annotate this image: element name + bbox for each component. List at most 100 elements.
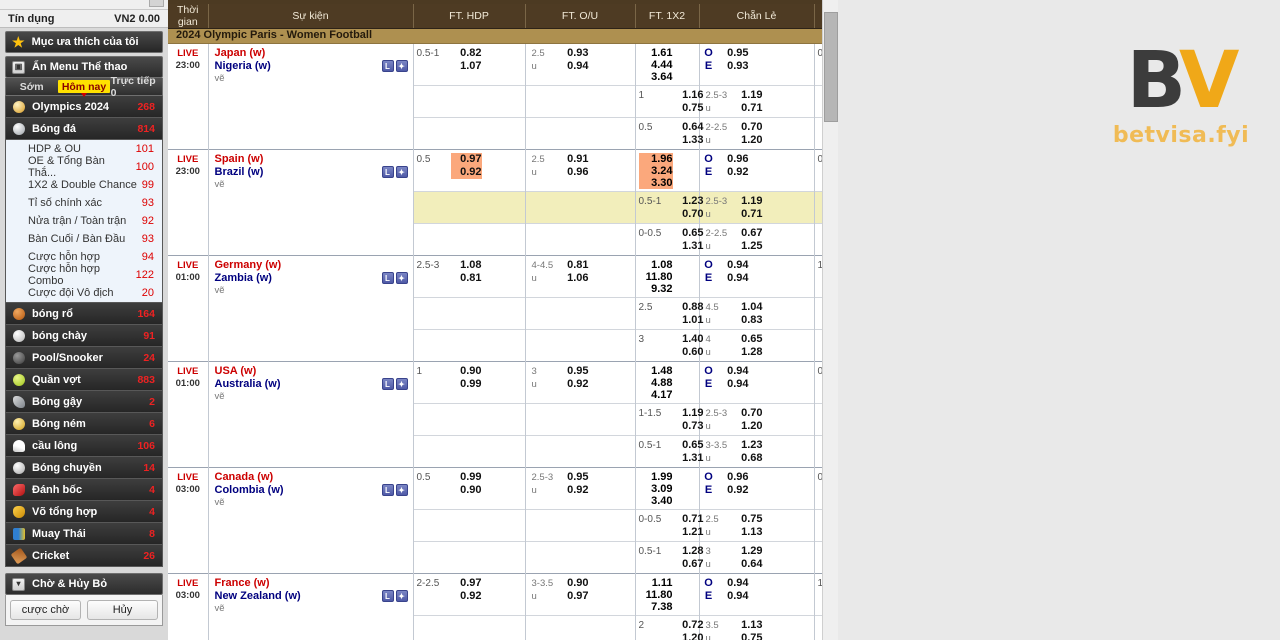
sidebar-subitem-last-first-goal[interactable]: Bàn Cuối / Bàn Đầu 93 [6, 230, 162, 248]
live-stream-icon[interactable]: L [381, 166, 394, 178]
ft-hdp-odds-away[interactable]: 0.92 [450, 166, 482, 179]
h1-hdp-cell[interactable]: 11.070.82 [814, 573, 822, 616]
ft-1x2-home[interactable]: 1.48 [639, 365, 672, 377]
ft-1x2-cell[interactable] [814, 435, 822, 468]
ft-ou-odds-over[interactable]: 0.67 [732, 227, 762, 240]
ft-hdp-odds-away[interactable]: 1.31 [673, 452, 703, 465]
ft-hdp-cell[interactable]: 2 0.72 1.20 [635, 615, 704, 640]
h1-hdp-cell[interactable]: 0.51.050.84 [814, 361, 822, 404]
ft-1x2-home[interactable]: 1.96 [638, 153, 673, 165]
ft-ou-odds-under[interactable]: 1.25 [732, 240, 762, 253]
col-header-event[interactable]: Sự kiện [208, 4, 414, 29]
even-odds[interactable]: 0.94 [718, 272, 748, 285]
ft-hdp-odds-home[interactable]: 1.08 [451, 259, 481, 272]
add-favorite-icon[interactable]: ✦ [395, 272, 408, 284]
ft-ou-cell[interactable]: 4.5 1.04 u 0.83 [699, 297, 815, 330]
home-team-name[interactable]: France (w) [215, 577, 409, 590]
odd-even-cell[interactable]: O 0.96 E 0.92 [699, 467, 815, 510]
even-odds[interactable]: 0.92 [718, 166, 748, 179]
ft-hdp-odds-home[interactable]: 0.88 [673, 301, 703, 314]
ft-ou-cell[interactable]: 3 1.29 u 0.64 [699, 541, 815, 574]
away-team-name[interactable]: Colombia (w) [215, 484, 409, 497]
sidebar-item-bong-chay[interactable]: bóng chày 91 [5, 325, 163, 347]
sidebar-item-bong-da[interactable]: Bóng đá 814 [5, 118, 163, 140]
window-control-box[interactable] [149, 0, 164, 7]
ft-hdp-odds-away[interactable]: 1.01 [673, 314, 703, 327]
ft-hdp-odds-away[interactable]: 0.90 [451, 484, 481, 497]
tab-som[interactable]: Sớm [6, 78, 57, 95]
ft-1x2-draw[interactable]: 4.44 [639, 59, 672, 71]
ft-hdp-cell[interactable]: 2-2.5 0.97 0.92 [413, 573, 526, 616]
odd-even-cell[interactable]: O 0.94 E 0.94 [699, 573, 815, 616]
ft-hdp-odds-away[interactable]: 1.07 [451, 60, 481, 73]
add-favorite-icon[interactable]: ✦ [395, 590, 408, 602]
ft-ou-odds-over[interactable]: 0.81 [558, 259, 588, 272]
ft-ou-odds-under[interactable]: 1.06 [558, 272, 588, 285]
ft-ou-odds-over[interactable]: 0.93 [558, 47, 588, 60]
live-stream-icon[interactable]: L [381, 378, 394, 390]
ft-ou-odds-over[interactable]: 0.70 [732, 407, 762, 420]
sidebar-item-bong-nem[interactable]: Bóng ném 6 [5, 413, 163, 435]
ft-ou-odds-over[interactable]: 1.19 [732, 89, 762, 102]
ft-ou-odds-over[interactable]: 0.95 [558, 471, 588, 484]
ft-ou-odds-under[interactable]: 1.28 [732, 346, 762, 359]
even-odds[interactable]: 0.94 [718, 590, 748, 603]
ft-1x2-cell[interactable] [814, 85, 822, 118]
ft-hdp-cell[interactable]: 0-0.5 0.71 1.21 [635, 509, 704, 542]
ft-hdp-odds-home[interactable]: 0.65 [673, 227, 703, 240]
ft-ou-odds-over[interactable]: 0.91 [558, 153, 588, 166]
ft-hdp-cell[interactable]: 0.5 0.97 0.92 [413, 149, 526, 192]
col-header-ft-1x2[interactable]: FT. 1X2 [635, 4, 700, 29]
even-odds[interactable]: 0.93 [718, 60, 748, 73]
ft-1x2-cell[interactable]: 1.08 11.80 9.32 [635, 255, 700, 298]
ft-1x2-away[interactable]: 4.17 [639, 389, 672, 401]
ft-hdp-cell[interactable]: 0.5-1 1.28 0.67 [635, 541, 704, 574]
col-header-ft-ou[interactable]: FT. O/U [525, 4, 636, 29]
sidebar-subitem-outright[interactable]: Cược đội Vô địch 20 [6, 284, 162, 302]
vertical-scrollbar[interactable] [822, 0, 838, 640]
ft-1x2-cell[interactable] [814, 509, 822, 542]
ft-ou-odds-under[interactable]: 1.13 [732, 526, 762, 539]
ft-1x2-draw[interactable]: 3.24 [638, 165, 673, 177]
ft-hdp-odds-home[interactable]: 0.97 [451, 577, 481, 590]
col-header-time[interactable]: Thời gian [168, 4, 209, 29]
ft-1x2-cell[interactable]: 1.61 4.44 3.64 [635, 43, 700, 86]
ft-1x2-away[interactable]: 7.38 [639, 601, 672, 613]
ft-ou-cell[interactable]: 2.5-3 0.70 u 1.20 [699, 403, 815, 436]
ft-1x2-cell[interactable]: 1.96 3.24 3.30 [635, 149, 700, 192]
ft-hdp-odds-home[interactable]: 0.72 [673, 619, 703, 632]
sidebar-subitem-1x2-double-chance[interactable]: 1X2 & Double Chance 99 [6, 176, 162, 194]
ft-hdp-cell[interactable]: 0.5 0.99 0.90 [413, 467, 526, 510]
ft-ou-cell[interactable]: 2.5-3 0.95 u 0.92 [525, 467, 636, 510]
tab-hom-nay[interactable]: Hôm nay [58, 80, 110, 97]
ft-hdp-odds-away[interactable]: 1.31 [673, 240, 703, 253]
home-team-name[interactable]: Japan (w) [215, 47, 409, 60]
ft-1x2-home[interactable]: 1.11 [639, 577, 673, 589]
sidebar-item-bong-ro[interactable]: bóng rổ 164 [5, 303, 163, 325]
ft-ou-cell[interactable]: 4 0.65 u 1.28 [699, 329, 815, 362]
home-team-name[interactable]: Spain (w) [215, 153, 409, 166]
ft-ou-cell[interactable]: 3-3.5 1.23 u 0.68 [699, 435, 815, 468]
ft-hdp-odds-away[interactable]: 1.33 [673, 134, 703, 147]
ft-ou-odds-under[interactable]: 0.96 [558, 166, 588, 179]
ft-hdp-odds-home[interactable]: 0.82 [451, 47, 481, 60]
ft-hdp-odds-home[interactable]: 0.71 [673, 513, 703, 526]
h1-hdp-cell[interactable]: 0-0.50.811.08 [814, 43, 822, 86]
sidebar-subitem-oe-total[interactable]: OE & Tổng Bàn Thắ... 100 [6, 155, 162, 179]
odd-odds[interactable]: 0.96 [718, 471, 748, 484]
add-favorite-icon[interactable]: ✦ [395, 60, 408, 72]
sidebar-subitem-correct-score[interactable]: Tỉ số chính xác 93 [6, 194, 162, 212]
ft-hdp-cell[interactable]: 0-0.5 0.65 1.31 [635, 223, 704, 256]
away-team-name[interactable]: Australia (w) [215, 378, 409, 391]
ft-ou-cell[interactable]: 2.5-3 1.19 u 0.71 [699, 191, 815, 224]
odd-odds[interactable]: 0.96 [718, 153, 748, 166]
ft-ou-odds-over[interactable]: 0.95 [558, 365, 588, 378]
odd-odds[interactable]: 0.94 [718, 577, 748, 590]
sidebar-subitem-mix-combo[interactable]: Cược hỗn hợp Combo 122 [6, 263, 162, 287]
ft-1x2-cell[interactable] [814, 191, 822, 224]
ft-ou-odds-under[interactable]: 0.75 [732, 632, 762, 640]
ft-hdp-cell[interactable]: 0.5-1 1.23 0.70 [635, 191, 704, 224]
sidebar-item-cau-long[interactable]: cầu lông 106 [5, 435, 163, 457]
odd-odds[interactable]: 0.94 [718, 259, 748, 272]
waiting-cancel-header[interactable]: ▾ Chờ & Hủy Bỏ [5, 573, 163, 595]
